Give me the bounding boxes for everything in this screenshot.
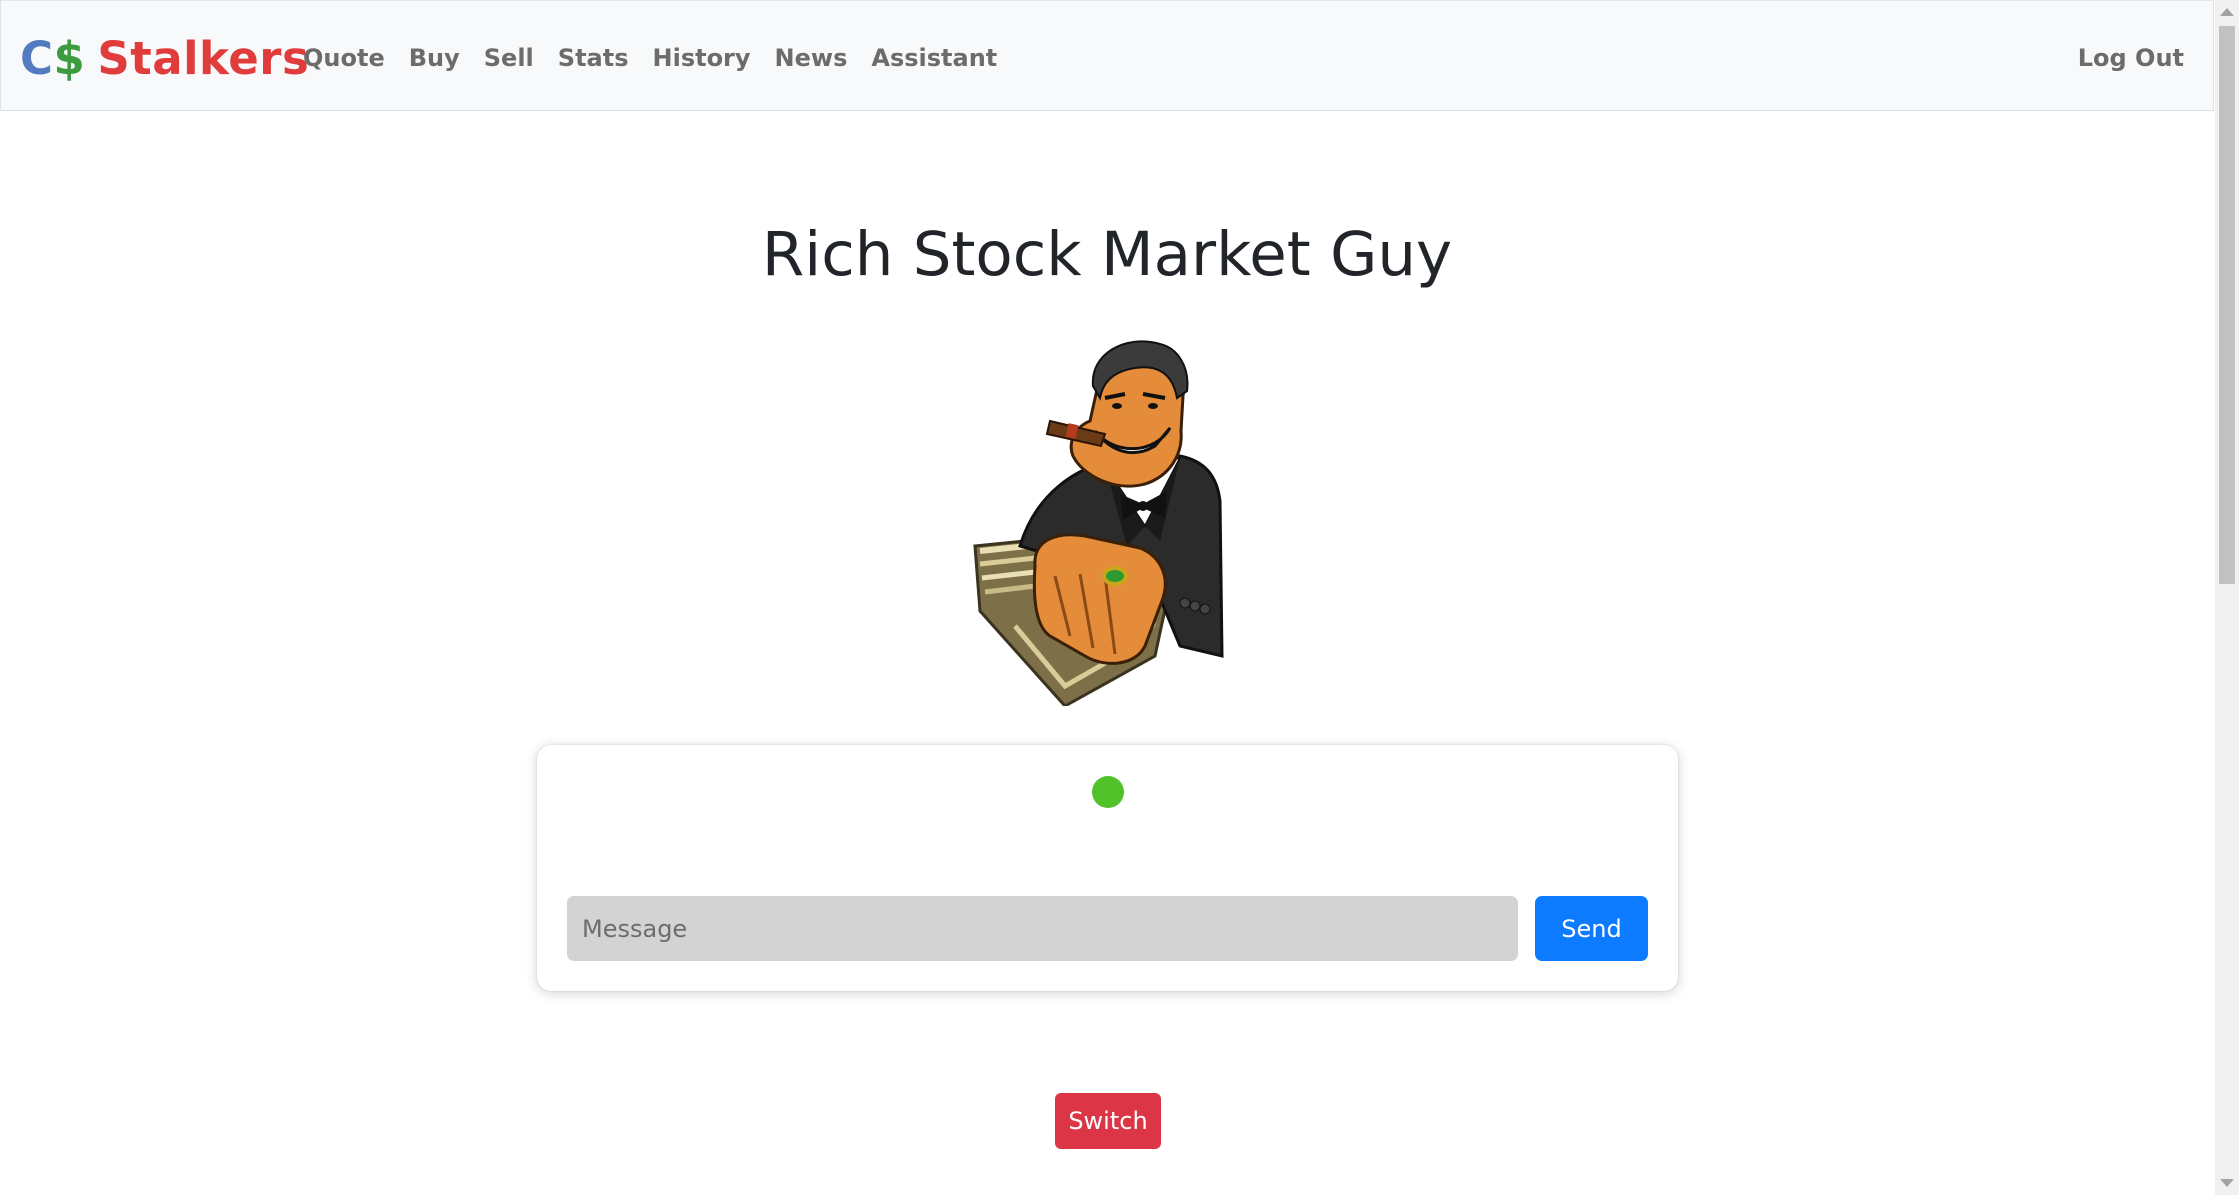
- brand-name: Stalkers: [97, 32, 310, 85]
- nav-link-stats[interactable]: Stats: [558, 41, 629, 75]
- brand-logo[interactable]: C$ Stalkers: [20, 31, 309, 87]
- page-title: Rich Stock Market Guy: [761, 219, 1453, 290]
- switch-button[interactable]: Switch: [1055, 1093, 1161, 1149]
- scrollbar-thumb[interactable]: [2219, 26, 2235, 584]
- nav-links: Quote Buy Sell Stats History News Assist…: [303, 41, 1021, 75]
- nav-link-assistant[interactable]: Assistant: [871, 41, 997, 75]
- nav-link-history[interactable]: History: [653, 41, 751, 75]
- rich-man-cartoon-icon: [955, 336, 1255, 708]
- nav-link-sell[interactable]: Sell: [484, 41, 534, 75]
- brand-dollar-sign: $: [53, 32, 86, 85]
- nav-link-news[interactable]: News: [775, 41, 848, 75]
- nav-link-buy[interactable]: Buy: [409, 41, 460, 75]
- send-button[interactable]: Send: [1535, 896, 1648, 961]
- scroll-up-arrow-icon[interactable]: [2220, 8, 2234, 16]
- nav-link-quote[interactable]: Quote: [303, 41, 385, 75]
- brand-letter-c: C: [20, 32, 54, 85]
- message-input[interactable]: [567, 896, 1518, 961]
- avatar-illustration: [973, 340, 1224, 708]
- scroll-down-arrow-icon[interactable]: [2220, 1179, 2234, 1187]
- top-navbar: C$ Stalkers Quote Buy Sell Stats History …: [0, 0, 2214, 111]
- page-scrollbar[interactable]: [2215, 0, 2239, 1195]
- online-status-indicator: [1092, 776, 1124, 808]
- logout-link[interactable]: Log Out: [2078, 41, 2184, 75]
- chat-card: Send: [537, 745, 1678, 991]
